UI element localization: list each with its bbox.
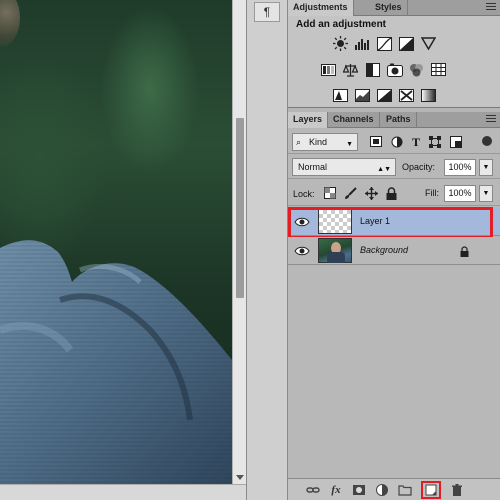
blend-mode-dropdown[interactable]: Normal ▲▼ [292, 158, 396, 176]
blend-row: Normal ▲▼ Opacity: 100% ▼ [288, 155, 500, 179]
filter-kind-label: Kind [309, 137, 328, 147]
photo-filter-icon[interactable] [386, 62, 403, 77]
folder-icon[interactable] [398, 483, 412, 497]
lock-label: Lock: [293, 189, 315, 199]
right-panels: Adjustments Styles Add an adjustment Lay… [288, 0, 500, 500]
triangle-vibrance-icon[interactable] [420, 36, 437, 51]
black-white-icon[interactable] [364, 62, 381, 77]
tab-paths[interactable]: Paths [381, 112, 417, 128]
layer-filter-row: ⌕ Kind ▼ T [288, 130, 500, 154]
background-thumbnail [318, 238, 352, 263]
document-canvas[interactable] [0, 0, 232, 484]
opacity-input[interactable]: 100% [444, 159, 476, 176]
tab-adjustments[interactable]: Adjustments [288, 0, 354, 16]
filter-kind-dropdown[interactable]: ⌕ Kind ▼ [292, 133, 358, 151]
fill-dropdown-icon[interactable]: ▼ [479, 185, 493, 202]
layer-lock-icon [460, 246, 469, 257]
posterize-icon[interactable] [354, 88, 371, 103]
selective-color-icon[interactable] [398, 88, 415, 103]
adjustments-title: Add an adjustment [296, 19, 387, 30]
lock-all-icon[interactable] [386, 187, 397, 200]
tab-styles[interactable]: Styles [370, 0, 408, 16]
panel-menu-icon[interactable] [486, 3, 496, 12]
paragraph-panel-button[interactable]: ¶ [254, 2, 280, 22]
visibility-eye-icon[interactable] [294, 245, 310, 257]
sweater-image [0, 240, 232, 484]
filter-pixel-icon[interactable] [370, 136, 382, 147]
opacity-label: Opacity: [402, 162, 436, 172]
exposure-icon[interactable] [398, 36, 415, 51]
layers-panel: Layers Channels Paths ⌕ Kind ▼ T Normal … [288, 112, 500, 500]
blend-mode-value: Normal [298, 162, 328, 172]
color-lookup-icon[interactable] [430, 62, 447, 77]
scrollbar-thumb[interactable] [236, 118, 244, 298]
layers-footer: fx [288, 478, 500, 500]
lock-row: Lock: Fill: 100% ▼ [288, 180, 500, 206]
color-balance-icon[interactable] [342, 62, 359, 77]
filter-shape-icon[interactable] [429, 136, 442, 148]
link-icon[interactable] [306, 483, 320, 497]
adjustments-tabbar: Adjustments Styles [288, 0, 500, 16]
chevron-down-icon: ▼ [346, 141, 353, 148]
trash-icon[interactable] [450, 483, 464, 497]
invert-icon[interactable] [332, 88, 349, 103]
new-layer-button[interactable] [421, 480, 441, 499]
panel-dock: ¶ [246, 0, 288, 500]
curves-icon[interactable] [376, 36, 393, 51]
adjustments-panel: Adjustments Styles Add an adjustment [288, 0, 500, 108]
vertical-scrollbar[interactable] [232, 0, 246, 484]
blend-chevron-icon: ▲▼ [377, 166, 391, 173]
tab-layers[interactable]: Layers [288, 112, 329, 128]
adjustment-layer-icon[interactable] [375, 483, 389, 497]
filter-smart-object-icon[interactable] [450, 136, 463, 148]
layers-panel-menu-icon[interactable] [486, 115, 496, 124]
threshold-icon[interactable] [376, 88, 393, 103]
filter-toggle-icon[interactable] [482, 136, 492, 146]
gradient-map-icon[interactable] [420, 88, 437, 103]
hue-saturation-icon[interactable] [320, 62, 337, 77]
layer-name[interactable]: Background [360, 245, 408, 255]
search-icon: ⌕ [296, 137, 302, 147]
scroll-down-arrow-icon[interactable] [236, 475, 244, 480]
layer-row-background[interactable]: Background [288, 237, 500, 265]
lock-transparent-icon[interactable] [324, 187, 336, 199]
fill-input[interactable]: 100% [444, 185, 476, 202]
filter-adjustment-icon[interactable] [391, 136, 403, 148]
lock-move-icon[interactable] [365, 187, 378, 200]
new-layer-icon [425, 484, 437, 495]
mask-icon[interactable] [352, 483, 366, 497]
channel-mixer-icon[interactable] [408, 62, 425, 77]
brightness-contrast-icon[interactable] [332, 36, 349, 51]
layers-tabbar: Layers Channels Paths [288, 112, 500, 128]
horizontal-scrollbar[interactable] [0, 484, 246, 500]
layer-highlight-box [288, 207, 493, 239]
lock-brush-icon[interactable] [344, 187, 357, 200]
fill-label: Fill: [425, 188, 439, 198]
tab-channels[interactable]: Channels [328, 112, 380, 128]
fx-icon[interactable]: fx [329, 483, 343, 497]
levels-icon[interactable] [354, 36, 371, 51]
opacity-dropdown-icon[interactable]: ▼ [479, 159, 493, 176]
filter-type-icon[interactable]: T [412, 136, 420, 148]
